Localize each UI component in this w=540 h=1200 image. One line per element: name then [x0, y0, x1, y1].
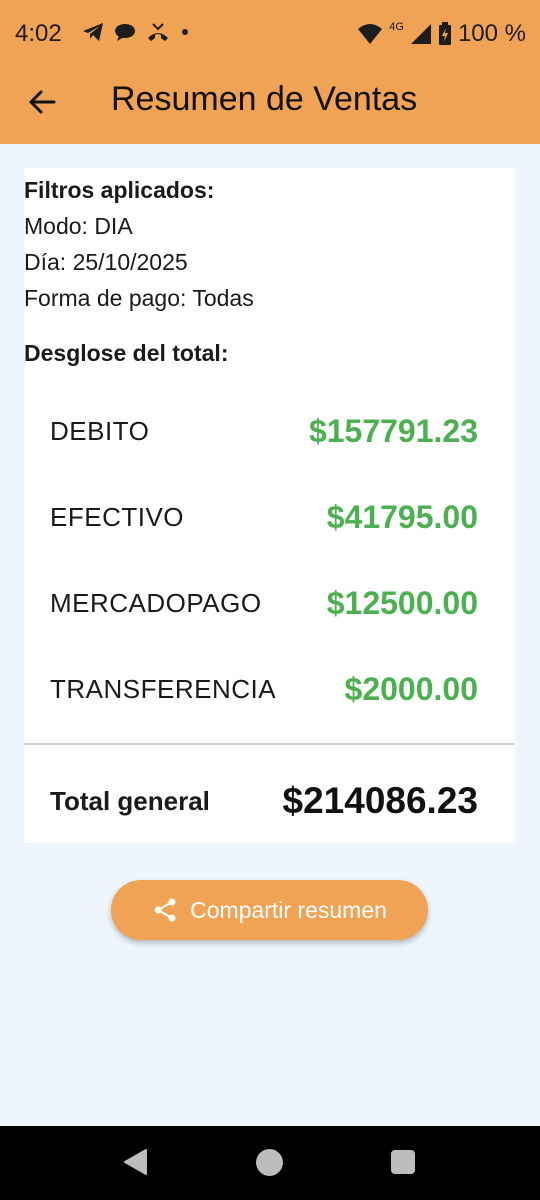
breakdown-row-debito: DEBITO $157791.23 — [50, 401, 478, 461]
nav-home-icon[interactable] — [256, 1149, 283, 1176]
network-type: 4G — [389, 21, 404, 33]
breakdown-row-mercadopago: MERCADOPAGO $12500.00 — [50, 573, 478, 633]
summary-card: Filtros aplicados: Modo: DIA Día: 25/10/… — [24, 168, 515, 843]
status-bar: 4:02 4G 100 % — [0, 0, 540, 66]
breakdown-amount: $157791.23 — [308, 412, 478, 449]
chat-bubble-icon — [115, 24, 135, 41]
breakdown-label: EFECTIVO — [50, 501, 185, 532]
breakdown-row-transferencia: TRANSFERENCIA $2000.00 — [50, 659, 478, 719]
share-summary-button[interactable]: Compartir resumen — [111, 880, 428, 940]
filter-payment: Forma de pago: Todas — [24, 285, 254, 311]
telegram-icon — [83, 23, 103, 41]
breakdown-amount: $12500.00 — [326, 584, 478, 621]
total-row: Total general $214086.23 — [50, 769, 478, 833]
notification-icons — [82, 22, 190, 42]
divider — [24, 743, 515, 745]
status-time: 4:02 — [15, 20, 62, 47]
breakdown-amount: $41795.00 — [326, 498, 478, 535]
filter-mode: Modo: DIA — [24, 213, 133, 239]
filter-day: Día: 25/10/2025 — [24, 249, 188, 275]
dot-icon — [182, 29, 188, 35]
breakdown-label: MERCADOPAGO — [50, 587, 262, 618]
filters-section: Filtros aplicados: Modo: DIA Día: 25/10/… — [24, 172, 254, 316]
screen: 4:02 4G 100 % Resumen de Ventas Filtros … — [0, 0, 540, 1200]
breakdown-label: DEBITO — [50, 415, 150, 446]
nav-back-icon[interactable] — [122, 1148, 148, 1176]
navigation-bar — [0, 1126, 540, 1200]
breakdown-label: TRANSFERENCIA — [50, 673, 277, 704]
filters-heading: Filtros aplicados: — [24, 177, 215, 203]
missed-call-icon — [148, 23, 168, 41]
total-label: Total general — [50, 785, 210, 816]
page-title: Resumen de Ventas — [111, 80, 418, 118]
battery-level: 100 % — [457, 20, 526, 47]
breakdown-amount: $2000.00 — [344, 670, 478, 707]
arrow-back-icon[interactable] — [22, 82, 62, 122]
battery-charging-icon — [438, 22, 451, 45]
breakdown-row-efectivo: EFECTIVO $41795.00 — [50, 487, 478, 547]
total-amount: $214086.23 — [282, 780, 478, 821]
nav-recents-icon[interactable] — [391, 1150, 415, 1174]
app-bar: Resumen de Ventas — [0, 66, 540, 144]
system-icons: 4G 100 % — [357, 20, 526, 48]
share-icon — [154, 898, 176, 922]
share-button-label: Compartir resumen — [190, 896, 387, 923]
wifi-icon — [358, 24, 383, 44]
signal-icon — [410, 24, 431, 44]
breakdown-heading: Desglose del total: — [24, 340, 229, 366]
